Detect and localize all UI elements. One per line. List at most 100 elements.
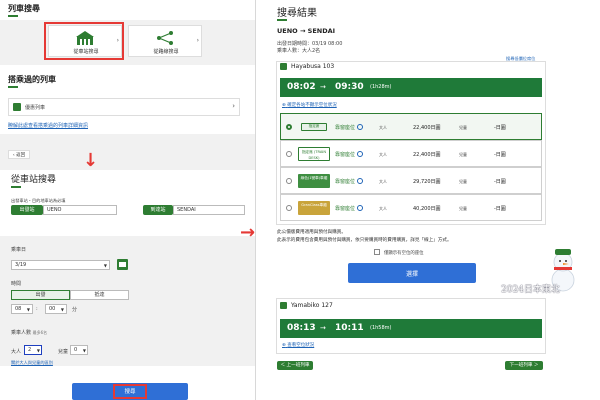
search-submit-button[interactable]: 搜尋: [72, 383, 188, 400]
tab-departure[interactable]: 出發: [11, 290, 70, 300]
fare-row-granclass[interactable]: GranClass車廂 靠窗座位 大人 40,200日圓 兒童 -日圓: [280, 194, 542, 221]
seat-select-label: 靠窗座位: [335, 125, 356, 131]
pax-label-text: 乘車人數: [11, 330, 32, 336]
hour-select[interactable]: 08 ▼: [11, 304, 33, 314]
child-count-select[interactable]: 0 ▼: [70, 345, 88, 355]
fare-row-green-car[interactable]: 綠色(1號車)車廂 靠窗座位 大人 29,720日圓 兒童 -日圓: [280, 167, 542, 194]
route-to: SENDAI: [307, 27, 336, 35]
child-fare-price: -日圓: [494, 152, 506, 158]
seat-select-label: 靠窗座位: [335, 206, 356, 212]
child-fare-label: 兒童: [459, 179, 467, 184]
train-name: Yamabiko 127: [291, 302, 333, 309]
station-hint: 出發車站・目的地車站為必填: [11, 198, 66, 203]
left-panel: 列車搜尋 從車站搜尋 › 從路線搜尋 › 搭乘過的列車 優惠列車 › 瞭解此處查…: [0, 0, 255, 400]
date-value: 3/19: [15, 262, 27, 268]
section-title-train-search: 列車搜尋: [8, 4, 40, 13]
search-button-label: 搜尋: [124, 389, 136, 395]
seat-map-icon[interactable]: [357, 205, 363, 211]
arrow-right-icon: →: [240, 222, 256, 243]
back-band: [0, 134, 255, 170]
child-fare-price: -日圓: [494, 206, 506, 212]
chevron-right-icon: ›: [196, 37, 199, 44]
seat-map-icon[interactable]: [357, 178, 363, 184]
card-search-by-station[interactable]: 從車站搜尋 ›: [48, 25, 122, 57]
child-count-value: 0: [74, 347, 78, 353]
title-accent: [11, 186, 21, 188]
available-only-checkbox[interactable]: [374, 249, 380, 255]
pax-label: 乘車人數 最多6名: [11, 329, 47, 336]
adult-fare-label: 大人: [379, 152, 387, 157]
date-select[interactable]: 3/19 ▼: [11, 260, 110, 270]
route-map-icon: [157, 31, 173, 45]
child-label: 兒童: [58, 349, 69, 355]
recent-train-item[interactable]: 優惠列車 ›: [8, 98, 240, 116]
adult-fare-price: 29,720日圓: [413, 179, 441, 185]
chevron-left-icon: ‹: [12, 153, 15, 158]
seat-map-icon[interactable]: [357, 124, 363, 130]
plus-icon: ⊕: [282, 343, 286, 348]
recent-train-label: 優惠列車: [25, 105, 46, 111]
previous-train-button[interactable]: ＜ 上一班列車: [277, 361, 313, 370]
to-station-input[interactable]: SENDAI: [173, 205, 245, 215]
fare-type-badge: 綠色(1號車)車廂: [298, 174, 330, 188]
adult-count-value: 2: [28, 347, 32, 353]
seat-map-icon[interactable]: [357, 151, 363, 157]
fare-row-reserved[interactable]: 指定席 靠窗座位 大人 22,400日圓 兒童 -日圓: [280, 113, 542, 140]
back-button[interactable]: ‹ 返回: [8, 150, 30, 159]
seat-select-label: 靠窗座位: [335, 179, 356, 185]
train-time-bar[interactable]: 08:13 → 10:11 (1h58m): [280, 319, 542, 338]
duration: (1h58m): [370, 325, 392, 331]
pax-note: 最多6名: [32, 330, 48, 335]
fare-row-train-desk[interactable]: 指定席 (TRAIN DESK) 靠窗座位 大人 22,400日圓 兒童 -日圓: [280, 140, 542, 167]
tab-arrival[interactable]: 抵達: [70, 290, 129, 300]
adult-count-select[interactable]: 2 ▼: [24, 345, 42, 355]
fare-radio[interactable]: [286, 151, 292, 157]
pax-line: 乘車人數：大人2名: [277, 48, 321, 54]
vacancy-status-link[interactable]: ⊕ 查看空位狀況: [282, 342, 314, 348]
fare-note-1: 此公價版費用適用與預付與購買。: [277, 230, 346, 235]
recent-info-link[interactable]: 瞭解此處查看搭乘過的列車詳細資訊: [8, 122, 88, 129]
title-accent: [8, 15, 18, 17]
adult-fare-price: 22,400日圓: [413, 125, 441, 131]
title-accent: [277, 19, 287, 21]
adult-fare-label: 大人: [379, 179, 387, 184]
calendar-icon[interactable]: [117, 259, 128, 270]
chevron-right-icon: ›: [116, 37, 119, 44]
chevron-down-icon: ▼: [82, 348, 86, 353]
chevron-right-icon: ›: [232, 102, 235, 110]
train-time-bar[interactable]: 08:02 → 09:30 (1h28m): [280, 78, 542, 97]
select-button-label: 選擇: [405, 271, 418, 278]
fare-radio[interactable]: [286, 124, 292, 130]
next-train-button[interactable]: 下一班列車 ＞: [505, 361, 543, 370]
pax-difference-link[interactable]: 關於大人與兒童的區別: [11, 360, 53, 366]
fare-radio[interactable]: [286, 205, 292, 211]
train-name: Hayabusa 103: [291, 63, 335, 70]
adult-fare-label: 大人: [379, 125, 387, 130]
departure-time: 08:02: [287, 82, 316, 92]
train-icon: [280, 302, 287, 309]
from-station-input[interactable]: UENO: [43, 205, 117, 215]
fare-radio[interactable]: [286, 178, 292, 184]
vacancy-status-link[interactable]: ⊕ 確定各站不顯示空位狀況: [282, 102, 337, 108]
time-arrow: →: [320, 324, 326, 332]
chevron-down-icon: ▼: [103, 263, 107, 268]
card-label: 從路線搜尋: [153, 49, 179, 55]
card-label: 從車站搜尋: [73, 49, 99, 55]
adult-label: 大人: [11, 349, 22, 355]
arrival-time: 10:11: [335, 323, 364, 333]
chevron-down-icon: ▼: [36, 348, 40, 353]
departure-time: 08:13: [287, 323, 316, 333]
title-accent: [8, 86, 18, 88]
arrival-time: 09:30: [335, 82, 364, 92]
card-search-by-route[interactable]: 從路線搜尋 ›: [128, 25, 202, 57]
time-arrow: →: [320, 83, 326, 91]
right-panel: 搜尋結果 UENO → SENDAI 出發日期時間：03/19 08:00 乘車…: [240, 0, 600, 400]
to-station-tag: 到達站: [143, 205, 173, 215]
train-icon: [280, 63, 287, 70]
child-fare-label: 兒童: [459, 152, 467, 157]
select-train-button[interactable]: 選擇: [348, 263, 476, 283]
minute-select[interactable]: 00 ▼: [45, 304, 67, 314]
from-station-tag: 出發站: [11, 205, 43, 215]
child-fare-price: -日圓: [494, 125, 506, 131]
arrow-down-icon: ↓: [83, 150, 99, 171]
